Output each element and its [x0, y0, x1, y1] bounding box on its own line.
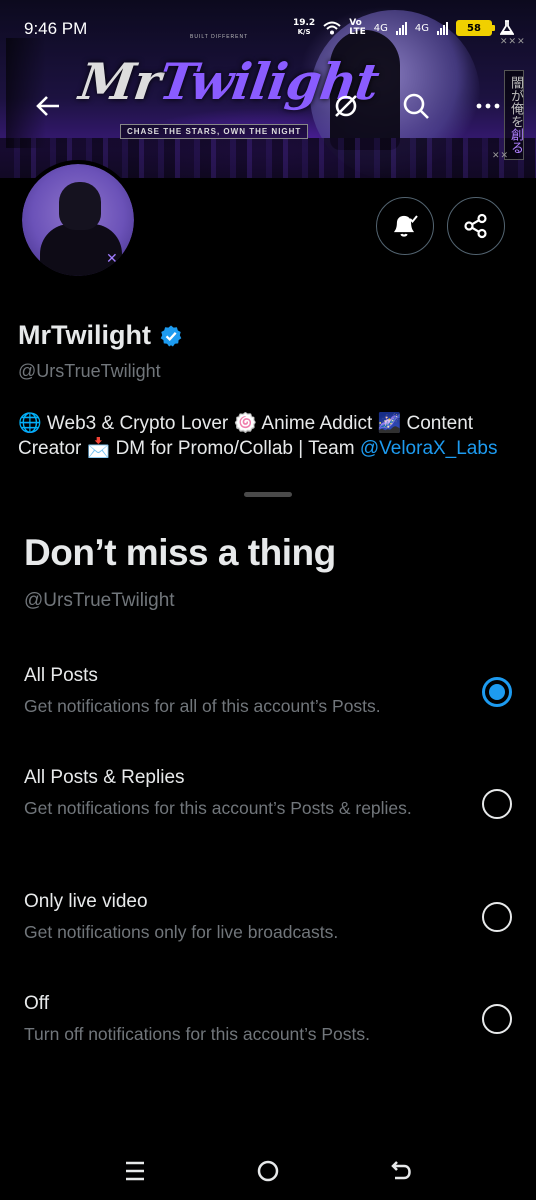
- radio-off[interactable]: [482, 1004, 512, 1034]
- more-horizontal-icon: [476, 103, 500, 109]
- notifications-button[interactable]: [376, 197, 434, 255]
- bio-mention-link[interactable]: @VeloraX_Labs: [360, 438, 498, 459]
- banner-logo-a: Mr: [75, 52, 164, 111]
- flask-icon: [500, 20, 514, 35]
- back-icon: [391, 1161, 411, 1180]
- profile-name-text: MrTwilight: [18, 320, 151, 350]
- arrow-left-icon: [36, 96, 59, 116]
- option-title: Off: [24, 993, 49, 1014]
- option-description: Get notifications for all of this accoun…: [24, 696, 381, 716]
- avatar-image: ✕: [22, 164, 134, 276]
- option-description: Get notifications only for live broadcas…: [24, 922, 339, 942]
- network-type: 4G: [373, 22, 388, 34]
- option-title: All Posts & Replies: [24, 767, 185, 788]
- nav-back-button[interactable]: [383, 1156, 419, 1186]
- option-description: Get notifications for this account’s Pos…: [24, 798, 412, 818]
- nav-recents-button[interactable]: [117, 1156, 153, 1186]
- option-all-posts[interactable]: All Posts Get notifications for all of t…: [0, 665, 536, 757]
- status-icons: 19.2 K/S Vo LTE 4G 4G 58: [293, 19, 514, 37]
- grok-icon: [335, 95, 357, 117]
- network-speed: 19.2 K/S: [292, 18, 316, 37]
- back-button[interactable]: [28, 84, 68, 128]
- radio-all-posts[interactable]: [482, 677, 512, 707]
- menu-icon: [126, 1161, 144, 1181]
- option-title: All Posts: [24, 665, 98, 686]
- avatar-figure-head: [59, 182, 101, 230]
- radio-only-live-video[interactable]: [482, 902, 512, 932]
- signal-icon: [437, 21, 448, 35]
- bell-check-icon: [393, 215, 418, 237]
- notification-settings-sheet: Don’t miss a thing @UrsTrueTwilight All …: [0, 478, 536, 1200]
- option-only-live-video[interactable]: Only live video Get notifications only f…: [0, 891, 536, 983]
- option-off[interactable]: Off Turn off notifications for this acco…: [0, 993, 536, 1085]
- wifi-icon: [323, 21, 341, 35]
- home-circle-icon: [257, 1160, 279, 1182]
- network-type: 4G: [414, 22, 429, 34]
- system-navigation-bar: [0, 1140, 536, 1200]
- grok-button[interactable]: [326, 84, 366, 128]
- avatar-x-mark: ✕: [106, 250, 118, 266]
- profile-handle: @UrsTrueTwilight: [18, 361, 161, 381]
- sheet-account-handle: @UrsTrueTwilight: [24, 590, 175, 611]
- signal-icon: [395, 21, 407, 35]
- profile-name: MrTwilight: [18, 320, 183, 351]
- banner-tagline: CHASE THE STARS, OWN THE NIGHT: [120, 124, 309, 139]
- status-bar: 9:46 PM 19.2 K/S Vo LTE 4G 4G 58: [0, 0, 536, 60]
- banner-x-mark: ✕✕: [492, 150, 510, 160]
- radio-all-posts-replies[interactable]: [482, 789, 512, 819]
- nav-home-button[interactable]: [250, 1156, 286, 1186]
- more-button[interactable]: [468, 84, 508, 128]
- search-icon: [403, 93, 429, 119]
- option-all-posts-replies[interactable]: All Posts & Replies Get notifications fo…: [0, 767, 536, 859]
- option-description: Turn off notifications for this account’…: [24, 1024, 370, 1044]
- share-button[interactable]: [447, 197, 505, 255]
- verified-badge-icon[interactable]: [159, 324, 183, 348]
- option-title: Only live video: [24, 891, 148, 912]
- avatar[interactable]: ✕: [18, 160, 138, 280]
- status-time: 9:46 PM: [24, 19, 88, 38]
- volte-indicator: Vo LTE: [349, 18, 366, 37]
- battery-icon: 58: [456, 20, 495, 36]
- sheet-drag-handle[interactable]: [244, 492, 292, 497]
- profile-bio: 🌐 Web3 & Crypto Lover 🍥 Anime Addict 🌌 C…: [18, 411, 518, 461]
- share-icon: [464, 213, 487, 239]
- sheet-title: Don’t miss a thing: [24, 532, 336, 573]
- search-button[interactable]: [396, 84, 436, 128]
